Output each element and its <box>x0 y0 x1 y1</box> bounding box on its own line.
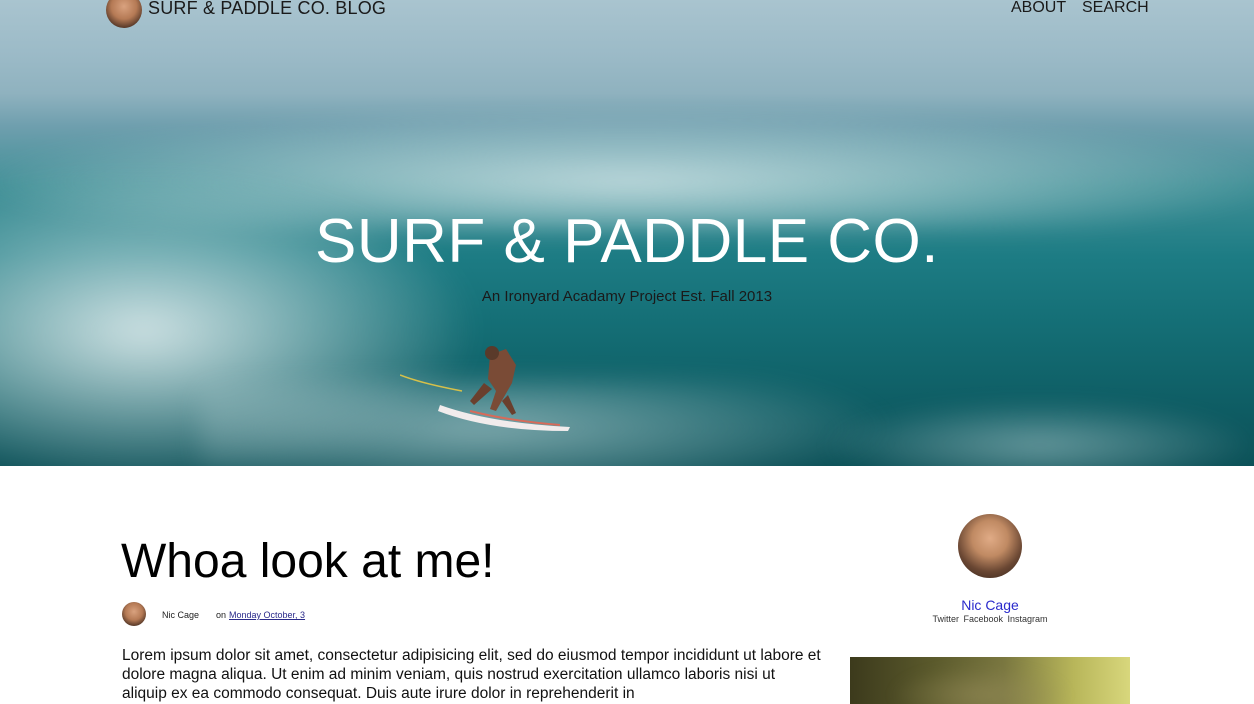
hero-subtitle: An Ironyard Acadamy Project Est. Fall 20… <box>481 288 773 305</box>
facebook-link[interactable]: Facebook <box>963 614 1003 624</box>
instagram-link[interactable]: Instagram <box>1008 614 1048 624</box>
hero-title: SURF & PADDLE CO. <box>314 207 940 276</box>
nav-about-link[interactable]: ABOUT <box>1011 0 1066 17</box>
post-body: Lorem ipsum dolor sit amet, consectetur … <box>122 647 821 702</box>
surfer-image <box>400 346 570 431</box>
top-navigation: SURF & PADDLE CO. BLOG ABOUT SEARCH <box>0 0 1254 30</box>
wave-foam <box>820 400 1254 466</box>
author-avatar <box>122 602 146 626</box>
twitter-link[interactable]: Twitter <box>932 614 959 624</box>
sidebar-social-links: Twitter Facebook Instagram <box>850 614 1130 624</box>
nav-search-link[interactable]: SEARCH <box>1082 0 1149 17</box>
post-author: Nic Cage <box>162 610 200 620</box>
brand-title[interactable]: SURF & PADDLE CO. BLOG <box>148 0 386 19</box>
sidebar-image <box>850 657 1130 704</box>
sidebar-author-name[interactable]: Nic Cage <box>850 597 1130 613</box>
sidebar-avatar <box>958 514 1022 578</box>
post-title: Whoa look at me! <box>121 535 495 588</box>
brand-avatar[interactable] <box>106 0 142 28</box>
post-date-prefix: on <box>216 610 227 620</box>
post-date-link[interactable]: Monday October, 3 <box>229 610 305 620</box>
